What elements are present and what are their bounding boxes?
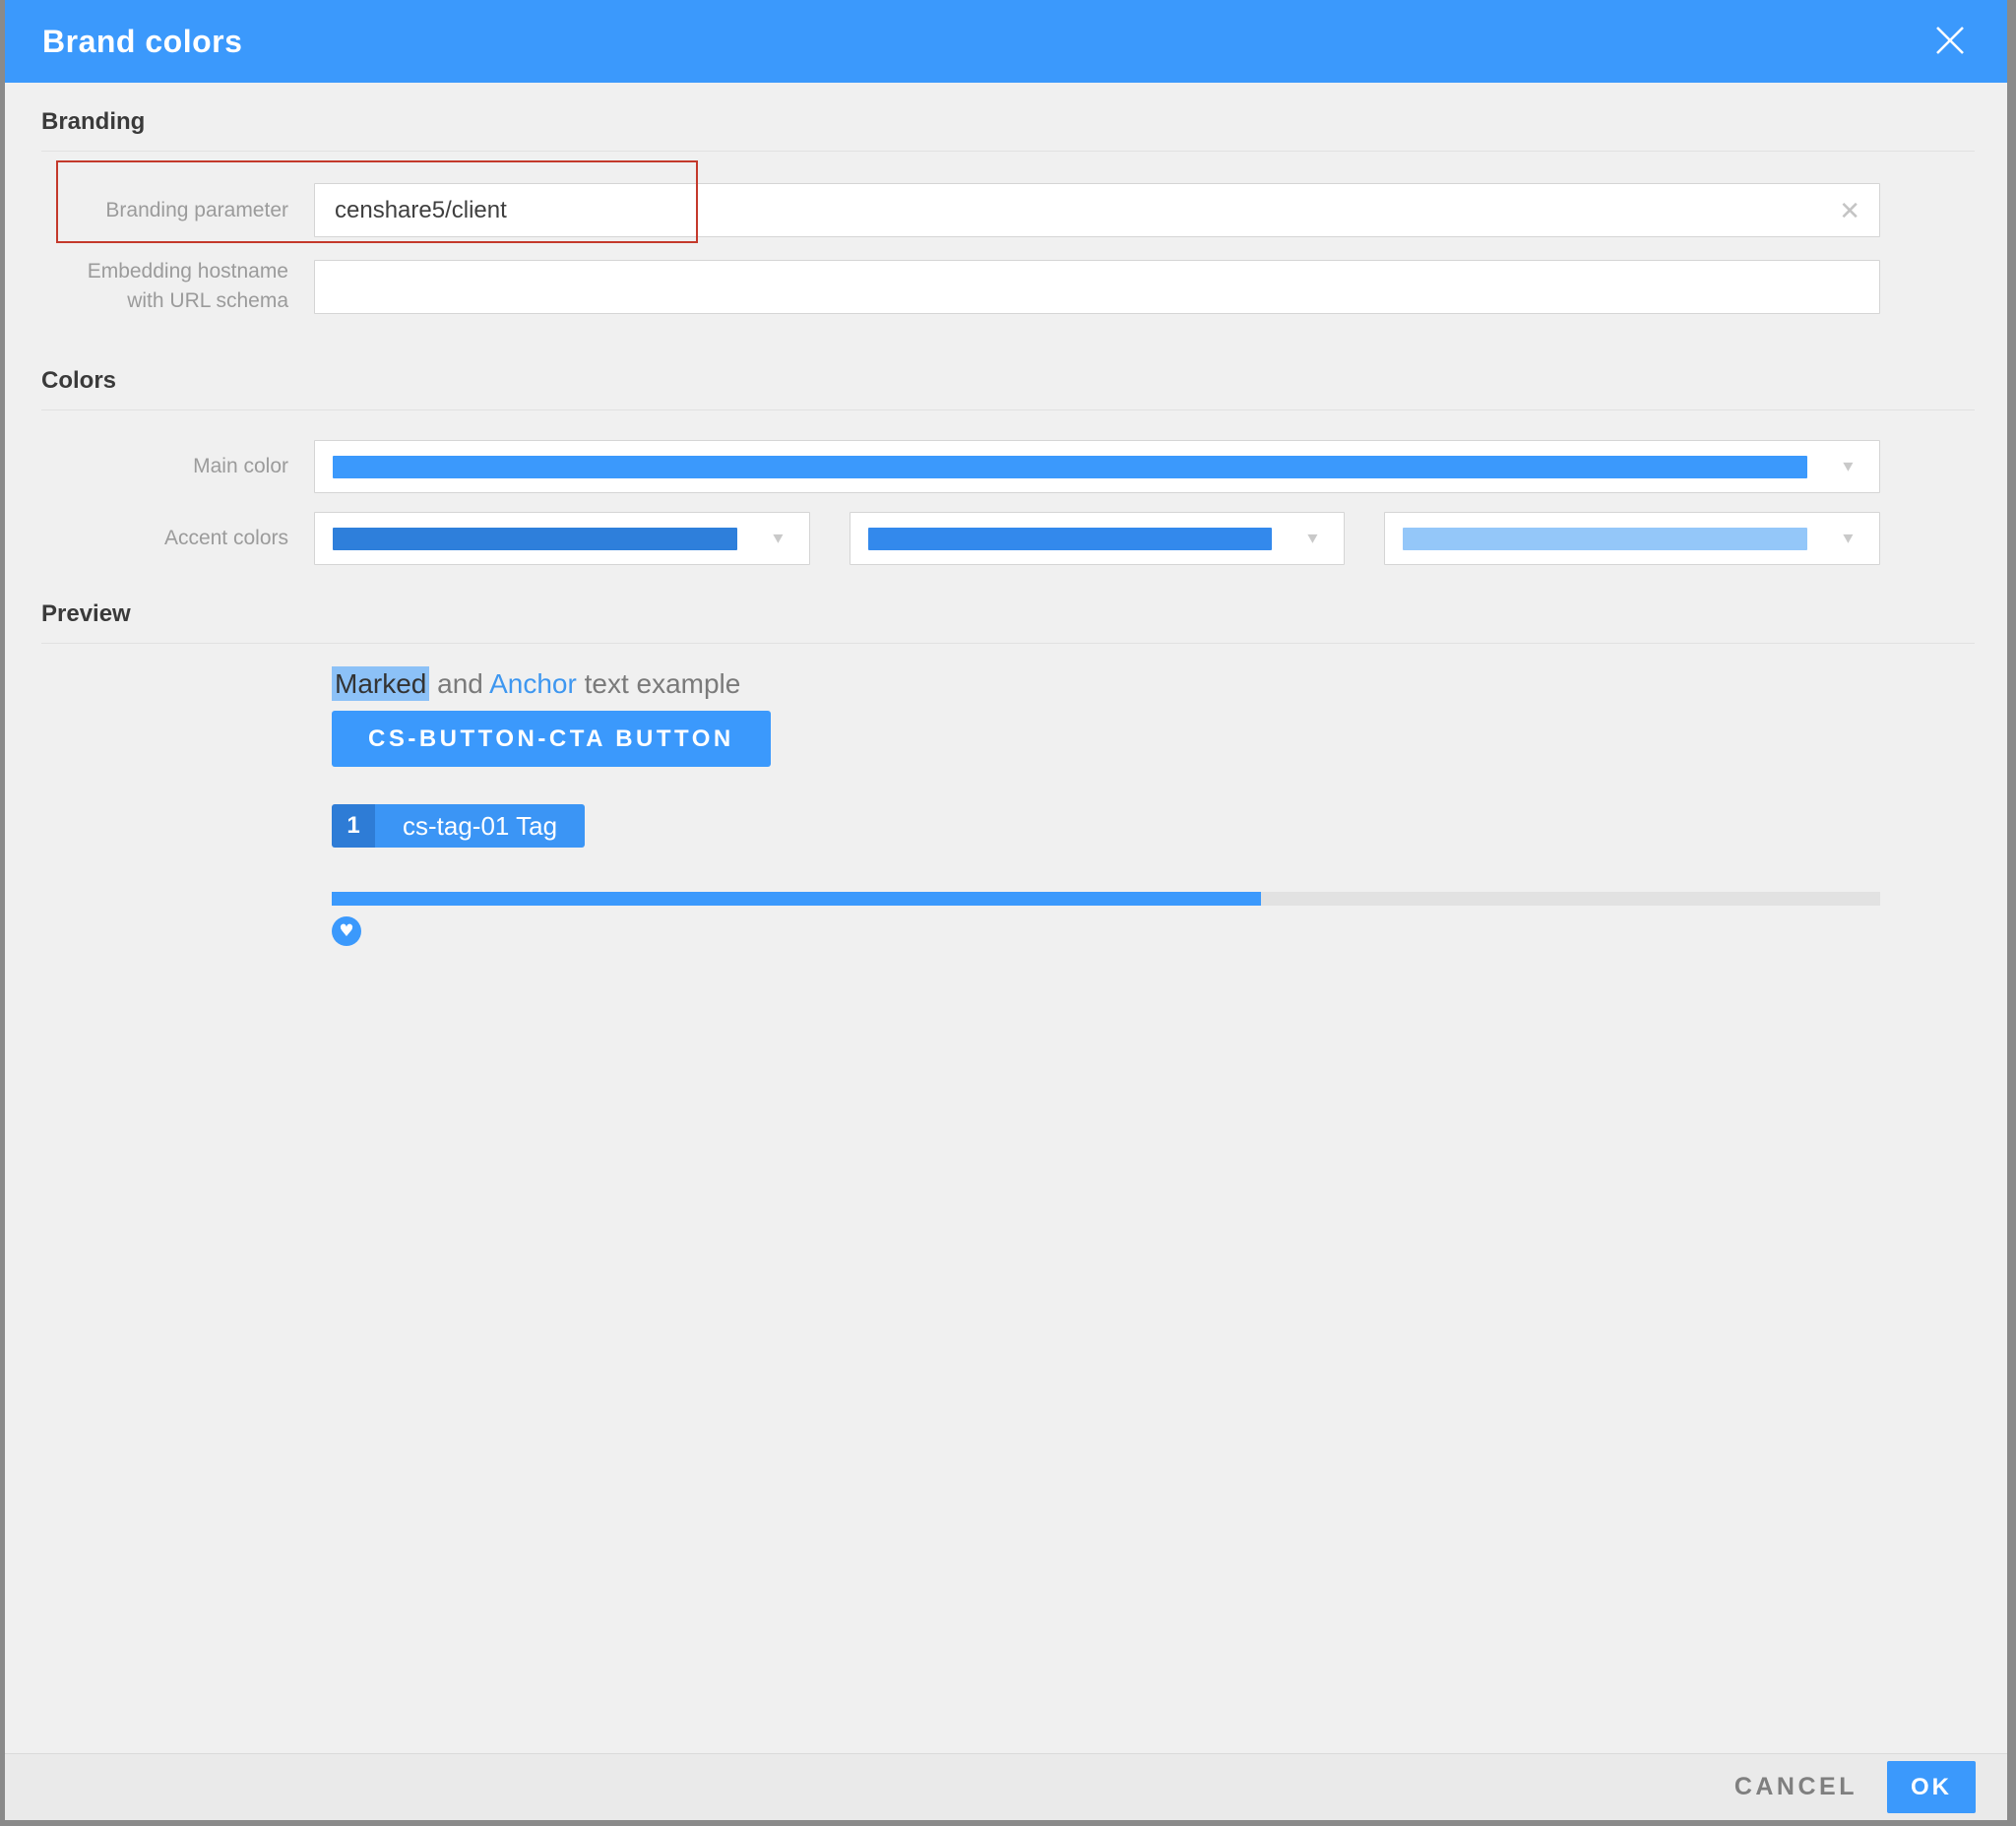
branding-parameter-field-wrap: ✕ [314, 183, 1880, 237]
preview-tag: 1 cs-tag-01 Tag [332, 804, 585, 848]
section-heading-colors: Colors [41, 367, 1975, 410]
branding-parameter-label: Branding parameter [41, 196, 314, 225]
accent-colors-group: ▼ ▼ ▼ [314, 512, 1880, 565]
accent-colors-label: Accent colors [41, 524, 314, 553]
dialog-title: Brand colors [42, 24, 242, 60]
heart-icon: ♥ [339, 923, 353, 940]
main-color-swatch [333, 456, 1807, 478]
embedding-hostname-field-wrap [314, 260, 1880, 314]
brand-colors-dialog: Brand colors Branding Branding parameter… [0, 0, 2016, 1826]
accent-color-select-2[interactable]: ▼ [850, 512, 1346, 565]
close-button[interactable] [1930, 22, 1970, 61]
embedding-hostname-row: Embedding hostname with URL schema [41, 257, 1880, 316]
dialog-footer: CANCEL OK [5, 1753, 2007, 1820]
accent-colors-row: Accent colors ▼ ▼ ▼ [41, 512, 1880, 565]
preview-tag-label: cs-tag-01 Tag [375, 804, 585, 848]
branding-parameter-row: Branding parameter ✕ [41, 183, 1880, 237]
preview-block: Marked and Anchor text example CS-BUTTON… [332, 665, 1880, 946]
accent-color-swatch-2 [868, 528, 1273, 550]
close-icon [1933, 24, 1967, 60]
chevron-down-icon: ▼ [1840, 460, 1857, 474]
section-heading-branding: Branding [41, 108, 1975, 152]
cancel-button[interactable]: CANCEL [1734, 1773, 1858, 1801]
dialog-body: Branding Branding parameter ✕ Embedding … [5, 108, 2007, 946]
embedding-hostname-label: Embedding hostname with URL schema [41, 257, 314, 316]
clear-icon[interactable]: ✕ [1839, 198, 1860, 223]
preview-heart-badge: ♥ [332, 916, 361, 946]
chevron-down-icon: ▼ [770, 532, 787, 546]
preview-tag-number: 1 [332, 804, 375, 848]
dialog-header: Brand colors [5, 0, 2007, 83]
embedding-hostname-input[interactable] [314, 260, 1880, 314]
chevron-down-icon: ▼ [1304, 532, 1321, 546]
preview-progress-bar [332, 892, 1880, 906]
accent-color-swatch-1 [333, 528, 737, 550]
preview-marked-text: Marked [332, 666, 429, 701]
accent-color-select-1[interactable]: ▼ [314, 512, 810, 565]
main-color-row: Main color ▼ [41, 440, 1880, 493]
branding-parameter-input[interactable] [314, 183, 1880, 237]
chevron-down-icon: ▼ [1840, 532, 1857, 546]
preview-anchor-link: Anchor [489, 668, 577, 699]
main-color-select[interactable]: ▼ [314, 440, 1880, 493]
main-color-label: Main color [41, 452, 314, 481]
preview-progress-fill [332, 892, 1261, 906]
accent-color-select-3[interactable]: ▼ [1384, 512, 1880, 565]
section-heading-preview: Preview [41, 600, 1975, 644]
preview-cta-button: CS-BUTTON-CTA BUTTON [332, 711, 771, 767]
preview-text-example: Marked and Anchor text example [332, 665, 1880, 703]
ok-button[interactable]: OK [1887, 1761, 1976, 1813]
accent-color-swatch-3 [1403, 528, 1807, 550]
